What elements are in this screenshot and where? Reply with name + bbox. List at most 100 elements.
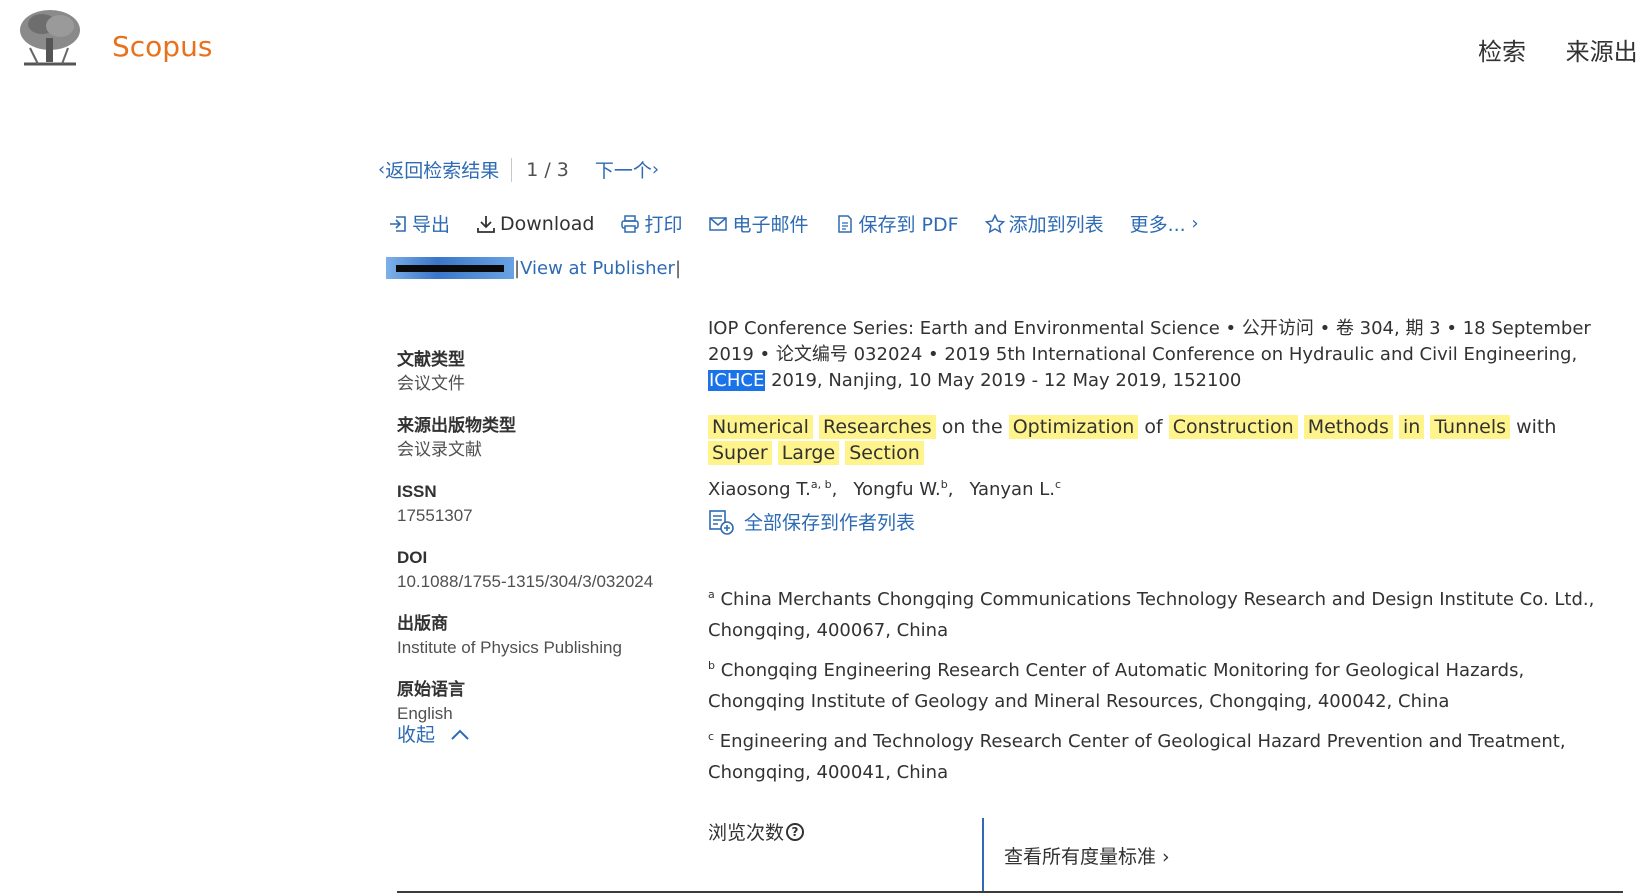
title-word: Optimization [1008, 415, 1139, 439]
star-icon [984, 213, 1005, 233]
download-label: Download [500, 212, 595, 235]
top-nav: 检索 来源出 [1478, 32, 1646, 67]
author-item[interactable]: Xiaosong T.a, b, [708, 478, 837, 500]
email-button[interactable]: 电子邮件 [708, 210, 809, 237]
views-count: 浏览次数 ? [708, 818, 805, 845]
author-separator: , [947, 479, 954, 500]
scopus-document-page: Scopus 检索 来源出 ‹ 返回检索结果 1 / 3 下一个 › 导出 Do… [0, 0, 1646, 895]
affiliation-marker: b [708, 659, 715, 672]
author-affiliation-marker: a, b [810, 478, 832, 491]
publisher-logo[interactable] [386, 257, 514, 279]
affiliation-text: Engineering and Technology Research Cent… [708, 731, 1566, 783]
chevron-up-icon [451, 729, 469, 740]
meta-value: 会议文件 [397, 374, 465, 393]
title-word: in [1398, 415, 1425, 439]
save-pdf-label: 保存到 PDF [858, 214, 959, 236]
meta-label: DOI [397, 548, 428, 567]
export-label: 导出 [412, 214, 451, 236]
affiliation-text: Chongqing Engineering Research Center of… [708, 660, 1525, 712]
title-word: of [1144, 416, 1163, 438]
help-icon[interactable]: ? [786, 822, 805, 841]
document-toolbar: 导出 Download 打印 电子邮件 保存到 PDF 添加到列表 更多... … [388, 210, 1225, 237]
meta-label: ISSN [397, 482, 437, 501]
more-label: 更多... [1129, 214, 1186, 236]
add-to-list-label: 添加到列表 [1008, 214, 1104, 236]
result-count: 1 / 3 [526, 158, 569, 181]
affiliation-marker: c [708, 730, 715, 743]
author-name: Yongfu W. [853, 479, 941, 500]
document-main: IOP Conference Series: Earth and Environ… [708, 316, 1618, 792]
author-item[interactable]: Yanyan L.c [969, 478, 1062, 500]
meta-source-type: 来源出版物类型 会议录文献 [397, 414, 677, 462]
print-label: 打印 [644, 214, 683, 236]
source-info: IOP Conference Series: Earth and Environ… [708, 316, 1618, 394]
author-name: Xiaosong T. [708, 479, 811, 500]
author-item[interactable]: Yongfu W.b, [853, 478, 954, 500]
download-icon [477, 215, 495, 233]
divider: | [674, 257, 682, 279]
title-word: Construction [1168, 415, 1298, 439]
author-name: Yanyan L. [969, 479, 1055, 500]
nav-sources[interactable]: 来源出 [1566, 38, 1638, 66]
affiliation-item: b Chongqing Engineering Research Center … [708, 650, 1618, 717]
source-text-end: 2019, Nanjing, 10 May 2019 - 12 May 2019… [765, 370, 1242, 391]
author-list: Xiaosong T.a, b, Yongfu W.b, Yanyan L.c [708, 478, 1618, 500]
metrics-link-label: 查看所有度量标准 [1004, 846, 1157, 868]
nav-search[interactable]: 检索 [1478, 38, 1526, 66]
title-word: Methods [1303, 415, 1393, 439]
author-affiliation-marker: b [940, 478, 948, 491]
view-all-metrics-link[interactable]: 查看所有度量标准 › [1004, 842, 1170, 869]
title-word: Super [708, 441, 772, 465]
publisher-link-row: | View at Publisher | [386, 257, 681, 279]
chevron-left-icon: ‹ [378, 159, 386, 180]
divider [982, 818, 984, 892]
next-result-link[interactable]: 下一个 [595, 156, 652, 183]
meta-doi: DOI 10.1088/1755-1315/304/3/032024 [397, 546, 677, 594]
meta-document-type: 文献类型 会议文件 [397, 348, 677, 396]
author-affiliation-marker: c [1054, 478, 1062, 491]
affiliation-item: a China Merchants Chongqing Communicatio… [708, 579, 1618, 646]
print-button[interactable]: 打印 [620, 210, 682, 237]
envelope-icon [709, 216, 728, 231]
affiliation-item: c Engineering and Technology Research Ce… [708, 721, 1618, 788]
title-word: Section [845, 441, 924, 465]
document-metadata: 文献类型 会议文件 来源出版物类型 会议录文献 ISSN 17551307 DO… [397, 348, 677, 744]
author-list-add-icon [709, 509, 734, 535]
title-word: on [941, 416, 966, 438]
meta-language: 原始语言 English [397, 678, 677, 726]
meta-value: Institute of Physics Publishing [397, 638, 622, 657]
email-label: 电子邮件 [732, 214, 809, 236]
save-pdf-button[interactable]: 保存到 PDF [835, 210, 959, 237]
document-title: Numerical Researches on the Optimization… [708, 414, 1618, 466]
elsevier-tree-logo[interactable] [16, 8, 84, 70]
export-icon [390, 215, 406, 232]
add-to-list-button[interactable]: 添加到列表 [984, 210, 1104, 237]
meta-value: 会议录文献 [397, 440, 482, 459]
view-at-publisher-link[interactable]: View at Publisher [520, 258, 675, 279]
views-label: 浏览次数 [708, 822, 785, 844]
export-button[interactable]: 导出 [388, 210, 450, 237]
collapse-button[interactable]: 收起 [397, 720, 471, 747]
download-button[interactable]: Download [476, 213, 594, 235]
pdf-icon [837, 214, 852, 233]
save-all-authors-button[interactable]: 全部保存到作者列表 [708, 508, 1618, 535]
meta-publisher: 出版商 Institute of Physics Publishing [397, 612, 677, 660]
meta-label: 文献类型 [397, 350, 465, 369]
divider [397, 891, 1623, 893]
selected-text: ICHCE [708, 370, 766, 391]
result-navigation: ‹ 返回检索结果 1 / 3 下一个 › [378, 156, 659, 183]
back-to-results-link[interactable]: 返回检索结果 [385, 156, 499, 183]
meta-label: 出版商 [397, 614, 448, 633]
more-button[interactable]: 更多... › [1130, 210, 1199, 237]
title-word: the [971, 416, 1003, 438]
meta-value: 17551307 [397, 506, 473, 525]
chevron-right-icon: › [1185, 213, 1199, 234]
scopus-brand[interactable]: Scopus [112, 30, 212, 63]
meta-issn: ISSN 17551307 [397, 480, 677, 528]
collapse-label: 收起 [397, 724, 436, 746]
affiliation-text: China Merchants Chongqing Communications… [708, 589, 1595, 641]
save-all-authors-label: 全部保存到作者列表 [744, 512, 916, 534]
title-word: Numerical [708, 415, 813, 439]
printer-icon [621, 214, 640, 233]
chevron-right-icon: › [651, 159, 660, 180]
